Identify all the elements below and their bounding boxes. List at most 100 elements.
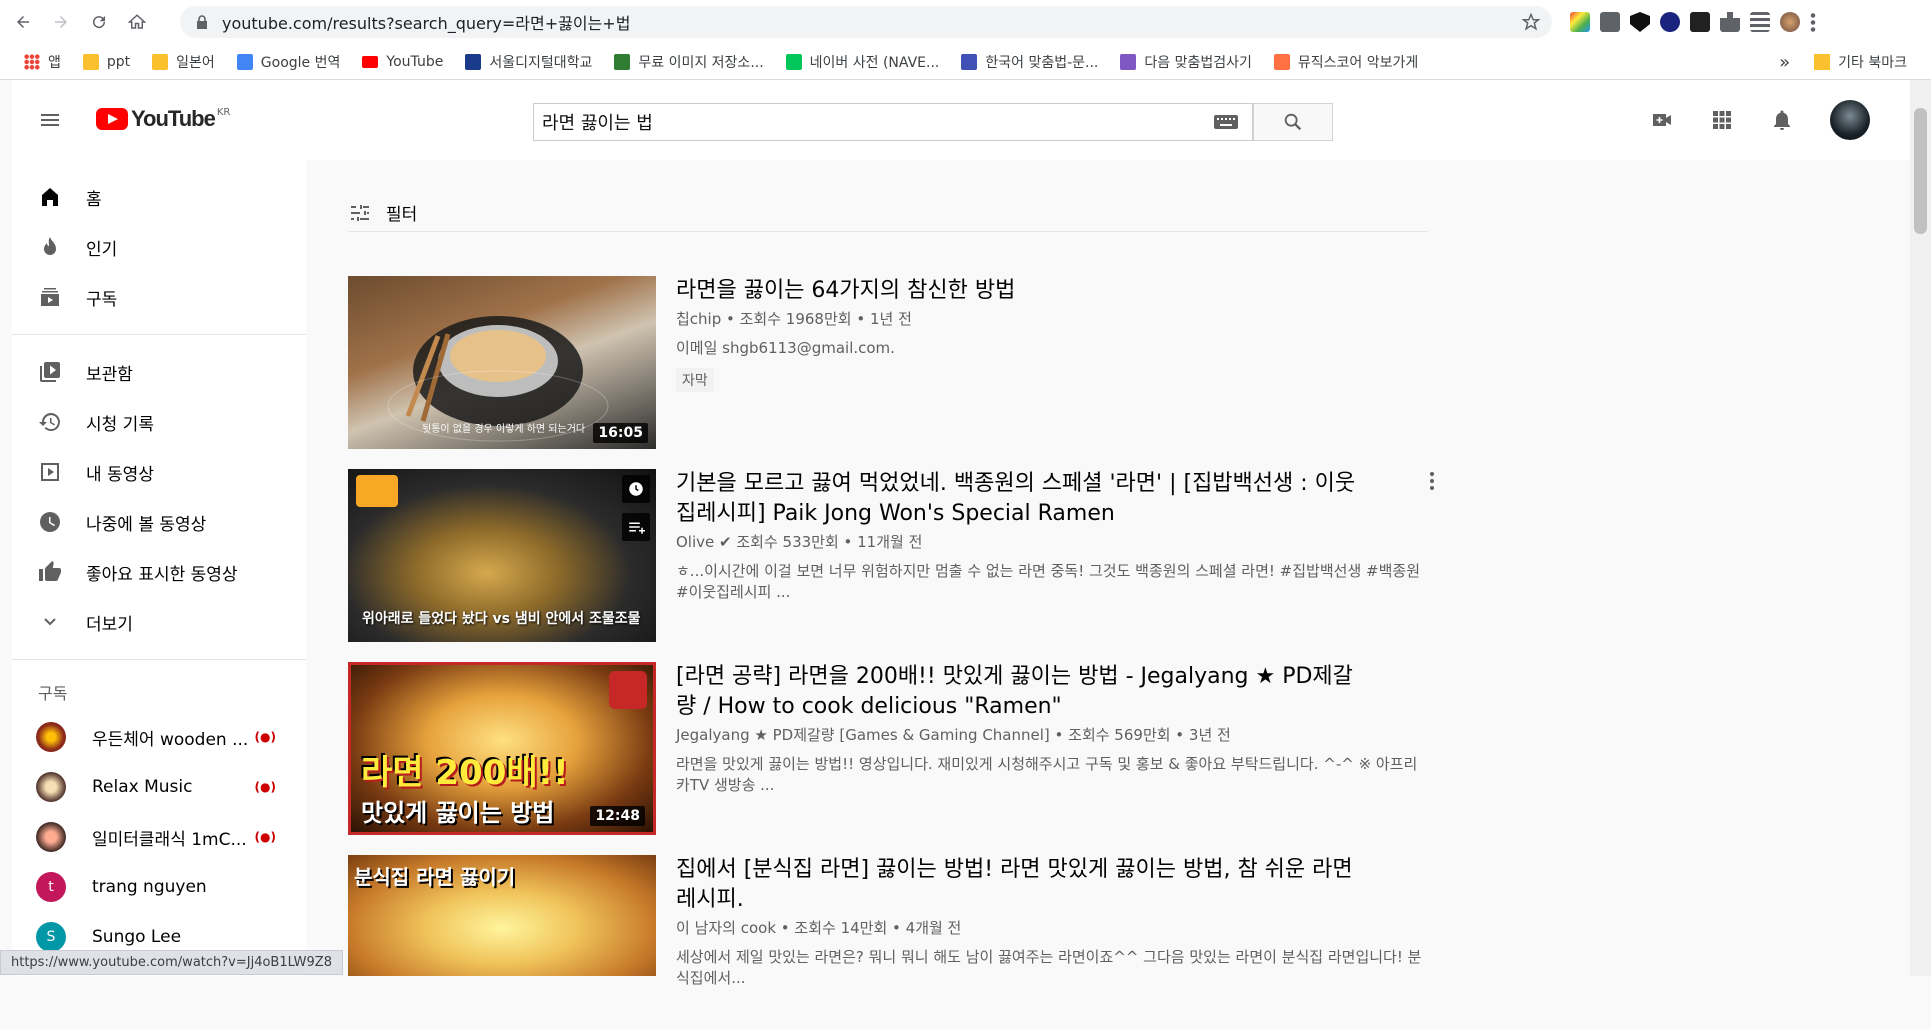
account-avatar[interactable] [1830,100,1870,140]
youtube-page: YouTube KR 홈 인기 구독 [12,80,1910,987]
page-scrollbar[interactable] [1910,80,1931,976]
search-box [533,103,1253,141]
subscription-channel[interactable]: Relax Music (●) [12,762,306,812]
video-result[interactable]: 위아래로 들었다 놨다 vs 냄비 안에서 조물조물 기본을 모르고 끓여 먹었… [348,469,1448,643]
video-thumbnail[interactable]: 뒷통이 없을 경우 이렇게 하면 되는거다 16:05 [348,276,656,449]
puzzle-extensions-icon[interactable] [1720,12,1740,32]
sidebar-item-show-more[interactable]: 더보기 [12,597,306,647]
video-description: 이메일 shgb6113@gmail.com. [676,339,895,357]
bookmark-youtube[interactable]: YouTube [362,54,443,70]
home-button[interactable] [122,7,152,37]
subscription-channel[interactable]: 일미터클래식 1mC... (●) [12,812,306,862]
clock-icon [629,482,643,496]
thumbnail-headline: 라면 200배!! [361,753,569,793]
keyboard-icon[interactable] [1214,114,1238,130]
header-actions [1650,100,1870,140]
filter-button[interactable]: 필터 [348,194,1428,232]
address-bar[interactable]: youtube.com/results?search_query=라면+끓이는+… [180,6,1552,38]
thumbnail-headline: 분식집 라면 끓이기 [354,865,516,889]
sidebar-item-trending[interactable]: 인기 [12,222,306,272]
video-result[interactable]: 라면 200배!! 맛있게 끓이는 방법 12:48 [라면 공략] 라면을 2… [348,662,1448,836]
sidebar-item-home[interactable]: 홈 [12,172,306,222]
sdu-logo-icon [465,53,482,70]
sidebar-item-library[interactable]: 보관함 [12,347,306,397]
youtube-play-icon [96,108,128,130]
profile-avatar-icon[interactable] [1780,12,1800,32]
bookmark-ppt[interactable]: ppt [82,53,130,70]
extensions-row [1570,0,1816,44]
reading-list-icon[interactable] [1750,12,1770,32]
music-score-icon [1273,53,1290,70]
hamburger-menu-icon[interactable] [38,108,62,132]
bookmark-korean-spelling[interactable]: 한국어 맞춤법-문... [961,52,1098,72]
sidebar-item-history[interactable]: 시청 기록 [12,397,306,447]
video-title[interactable]: 라면을 끓이는 64가지의 참신한 방법 [676,276,1356,306]
folder-icon [152,53,169,70]
browser-toolbar: youtube.com/results?search_query=라면+끓이는+… [0,0,1931,44]
daum-icon [1120,53,1137,70]
video-result[interactable]: 분식집 라면 끓이기 집에서 [분식집 라면] 끓이는 방법! 라면 맛있게 끓… [348,855,1448,1029]
video-meta: Olive ✔ 조회수 533만회 • 11개월 전 [676,533,923,551]
subscription-channel[interactable]: t trang nguyen [12,862,306,912]
bookmark-daum-spell[interactable]: 다음 맞춤법검사기 [1120,52,1252,72]
thumbnail-subline: 맛있게 끓이는 방법 [361,799,555,827]
notifications-bell-icon[interactable] [1770,108,1794,132]
bookmark-music-score[interactable]: 뮤직스코어 악보가게 [1273,52,1418,72]
naver-dict-icon [785,53,802,70]
bookmark-japanese[interactable]: 일본어 [152,52,215,72]
back-button[interactable] [8,7,38,37]
add-to-queue-thumb-button[interactable] [622,513,650,541]
video-result[interactable]: 뒷통이 없을 경우 이렇게 하면 되는거다 16:05 라면을 끓이는 64가지… [348,276,1448,450]
shield-extension-icon[interactable] [1630,12,1650,32]
subscription-channel[interactable]: 우든체어 wooden ... (●) [12,712,306,762]
other-bookmarks-folder[interactable]: 기타 북마크 [1838,52,1907,72]
forward-button[interactable] [46,7,76,37]
bookmark-free-images[interactable]: 무료 이미지 저장소... [614,52,764,72]
country-code: KR [216,106,231,118]
more-options-icon[interactable] [1420,469,1444,493]
font-extension-icon[interactable] [1690,12,1710,32]
bookmark-google-translate[interactable]: Google 번역 [236,52,340,72]
bookmark-overflow-button[interactable]: » [1779,52,1790,73]
youtube-logo[interactable]: YouTube KR [96,106,230,132]
bookmark-sdu[interactable]: 서울디지털대학교 [465,52,592,72]
create-video-icon[interactable] [1650,108,1674,132]
video-description: ㅎ...이시간에 이걸 보면 너무 위험하지만 멈출 수 없는 라면 중독! 그… [676,562,1420,601]
trending-icon [44,237,56,255]
filter-sliders-icon [351,204,369,221]
video-thumbnail[interactable]: 위아래로 들었다 놨다 vs 냄비 안에서 조물조물 [348,469,656,642]
sidebar-item-your-videos[interactable]: 내 동영상 [12,447,306,497]
color-picker-extension-icon[interactable] [1570,12,1590,32]
bookmark-naver-dict[interactable]: 네이버 사전 (NAVE... [785,52,939,72]
lightbulb-extension-icon[interactable] [1600,12,1620,32]
sidebar-item-subscriptions[interactable]: 구독 [12,272,306,322]
sidebar-divider [12,659,306,660]
scrollbar-thumb[interactable] [1914,108,1927,234]
watch-later-icon [40,512,60,532]
sidebar-item-watch-later[interactable]: 나중에 볼 동영상 [12,497,306,547]
search-input[interactable] [534,104,1214,140]
bookmark-star-icon[interactable] [1522,13,1540,31]
sidebar-item-liked-videos[interactable]: 좋아요 표시한 동영상 [12,547,306,597]
pixabay-icon [614,53,631,70]
browser-menu-icon[interactable] [1810,12,1816,32]
search-button[interactable] [1253,103,1333,141]
search-icon [1284,113,1302,131]
video-title[interactable]: 기본을 모르고 끓여 먹었었네. 백종원의 스페셜 '라면' | [집밥백선생 … [676,469,1356,529]
download-extension-icon[interactable] [1660,12,1680,32]
forward-arrow-icon [55,16,67,28]
browser-home-icon [128,14,146,29]
masthead: YouTube KR [12,80,1910,160]
video-title[interactable]: [라면 공략] 라면을 200배!! 맛있게 끓이는 방법 - Jegalyan… [676,662,1356,722]
video-thumbnail[interactable]: 라면 200배!! 맛있게 끓이는 방법 12:48 [348,662,656,835]
subtitle-badge: 자막 [676,368,714,392]
google-translate-icon [236,53,253,70]
watch-later-thumb-button[interactable] [622,475,650,503]
bookmark-apps[interactable]: 앱 [24,52,61,72]
reload-button[interactable] [84,7,114,37]
thumbnail-caption: 뒷통이 없을 경우 이렇게 하면 되는거다 [422,424,586,435]
video-description: 라면을 맛있게 끓이는 방법!! 영상입니다. 재미있게 시청해주시고 구독 및… [676,755,1418,794]
video-thumbnail[interactable]: 분식집 라면 끓이기 [348,855,656,976]
apps-grid-icon[interactable] [1710,108,1734,132]
video-title[interactable]: 집에서 [분식집 라면] 끓이는 방법! 라면 맛있게 끓이는 방법, 참 쉬운… [676,855,1356,915]
